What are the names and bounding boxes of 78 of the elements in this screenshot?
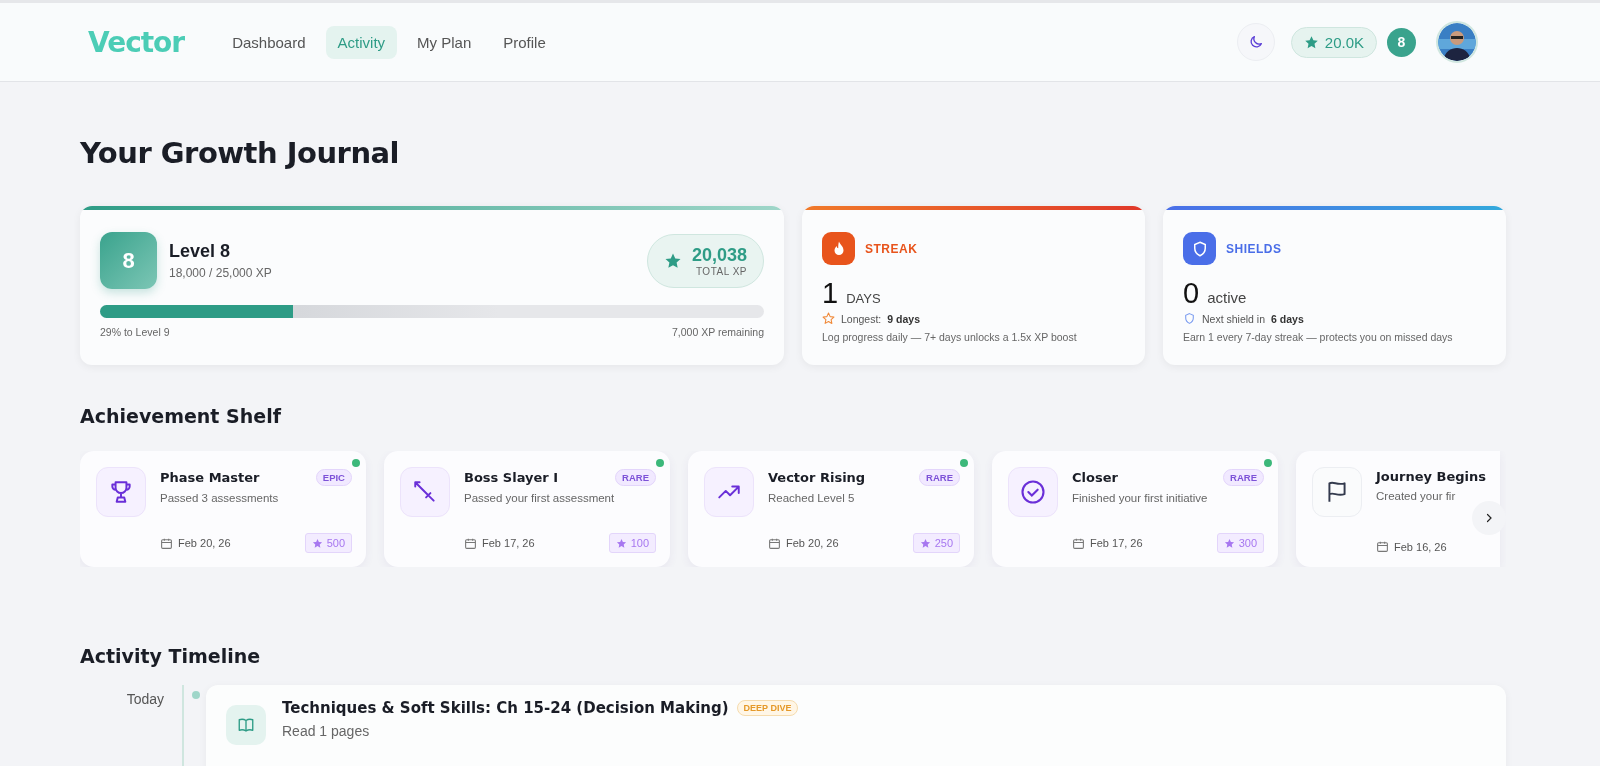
stat-unit: DAYS — [846, 291, 881, 306]
star-icon — [615, 537, 627, 549]
stat-note: Earn 1 every 7-day streak — protects you on missed days — [1183, 331, 1454, 343]
level-title: Level 8 — [169, 241, 232, 262]
achievement-title: Journey Begins — [1376, 469, 1486, 484]
total-xp-label: TOTAL XP — [695, 265, 747, 277]
nav-tab[interactable]: Dashboard — [220, 25, 318, 59]
activity-card[interactable]: Techniques & Soft Skills: Ch 15-24 (Decision Making) DEEP DIVE Read 1 pages — [206, 685, 1506, 766]
points-value: 100 — [630, 537, 649, 549]
remaining-caption: 7,000 XP remaining — [671, 326, 764, 338]
rarity-tag: RARE — [1223, 469, 1264, 486]
achievement-date: Feb 20, 26 — [178, 537, 231, 549]
section-heading: Achievement Shelf — [80, 405, 283, 427]
nav-tab[interactable]: My Plan — [405, 25, 484, 59]
page-title: Your Growth Journal — [80, 136, 401, 170]
xp-text: 18,000 / 25,000 XP — [169, 266, 272, 280]
stat-label: SHIELDS — [1226, 241, 1282, 256]
points-value: 250 — [934, 537, 953, 549]
shield-icon — [1183, 312, 1196, 325]
achievement-card[interactable]: Vector Rising RARE Reached Level 5 Feb 20, 26 250 — [688, 451, 974, 567]
achievement-date: Feb 17, 26 — [1090, 537, 1143, 549]
star-icon — [919, 537, 931, 549]
check-circle-icon — [1019, 478, 1047, 506]
achievement-description: Passed your first assessment — [464, 492, 616, 504]
achievement-date: Feb 17, 26 — [482, 537, 535, 549]
achievement-card[interactable]: Journey Begins Created your fir Feb 16, 26 — [1296, 451, 1500, 567]
total-xp-value: 20,038 — [691, 244, 747, 266]
calendar-icon — [1376, 540, 1389, 553]
stat-note: Log progress daily — 7+ days unlocks a 1.5x XP boost — [822, 331, 1078, 343]
achievement-card[interactable]: Boss Slayer I RARE Passed your first assessment Feb 17, 26 100 — [384, 451, 670, 567]
level-number: 8 — [100, 232, 157, 289]
calendar-icon — [1072, 536, 1085, 550]
achievement-description: Created your fir — [1376, 490, 1457, 502]
achievement-description: Finished your first initiative — [1072, 492, 1209, 504]
star-icon — [822, 312, 835, 325]
achievement-title: Boss Slayer I — [464, 470, 559, 485]
achievement-card[interactable]: Closer RARE Finished your first initiative Feb 17, 26 300 — [992, 451, 1278, 567]
sword-icon — [412, 479, 438, 505]
rarity-tag: RARE — [919, 469, 960, 486]
book-icon — [237, 716, 255, 734]
star-icon — [1223, 537, 1235, 549]
detail-value: 9 days — [887, 312, 920, 325]
points-value: 20.0K — [1324, 33, 1364, 51]
achievement-description: Reached Level 5 — [768, 492, 856, 504]
stat-unit: active — [1207, 289, 1247, 306]
progress-caption: 29% to Level 9 — [100, 326, 170, 338]
detail-value: 6 days — [1271, 312, 1304, 325]
calendar-icon — [160, 536, 173, 550]
achievement-title: Vector Rising — [768, 470, 866, 485]
section-heading: Activity Timeline — [80, 645, 262, 667]
achievement-date: Feb 16, 26 — [1394, 540, 1447, 553]
nav-tab[interactable]: Profile — [491, 25, 558, 59]
detail-label: Next shield in — [1202, 312, 1266, 325]
achievement-description: Passed 3 assessments — [160, 492, 280, 504]
achievement-title: Phase Master — [160, 470, 260, 485]
activity-tag: DEEP DIVE — [736, 700, 799, 716]
trophy-icon — [108, 479, 134, 505]
activity-title: Techniques & Soft Skills: Ch 15-24 (Decision Making) — [282, 699, 729, 717]
level-badge: 8 — [1387, 27, 1416, 57]
achievement-title: Closer — [1072, 470, 1118, 485]
star-icon — [1303, 34, 1319, 50]
star-icon — [311, 537, 323, 549]
timeline-dot — [192, 691, 200, 699]
points-value: 500 — [326, 537, 345, 549]
rarity-tag: EPIC — [315, 469, 352, 486]
stat-value: 0 — [1183, 277, 1200, 310]
rarity-tag: RARE — [615, 469, 656, 486]
achievement-card[interactable]: Phase Master EPIC Passed 3 assessments Feb 20, 26 500 — [80, 451, 366, 567]
timeline-date: Today — [125, 691, 164, 707]
stat-value: 1 — [822, 277, 839, 310]
activity-detail: Read 1 pages — [282, 723, 371, 739]
detail-label: Longest: — [841, 312, 882, 325]
stat-label: STREAK — [865, 241, 918, 256]
points-value: 300 — [1238, 537, 1257, 549]
calendar-icon — [464, 536, 477, 550]
calendar-icon — [768, 536, 781, 550]
achievement-date: Feb 20, 26 — [786, 537, 839, 549]
theme-toggle-button[interactable] — [1236, 23, 1275, 61]
